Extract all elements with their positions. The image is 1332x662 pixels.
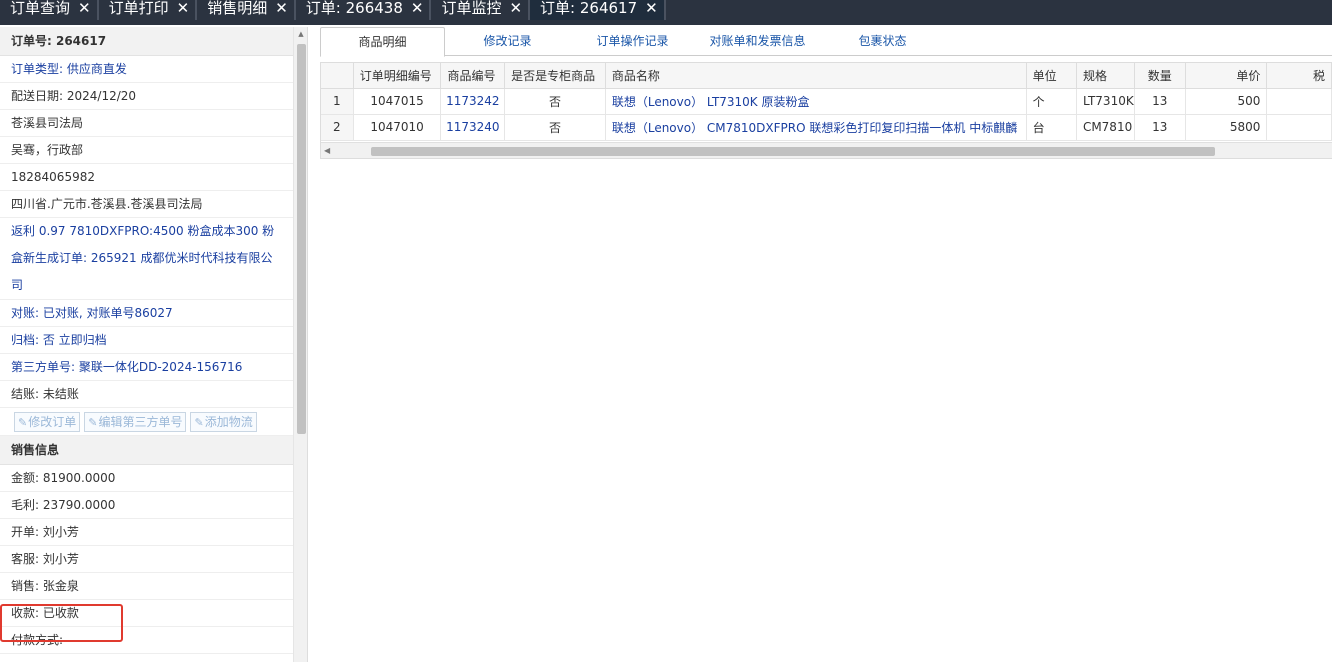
qty-cell: 13 [1134,88,1186,115]
product-name-link[interactable]: 联想（Lenovo） LT7310K 原装粉盒 [605,88,1027,115]
tab-order-264617[interactable]: 订单: 264617 ✕ [530,0,666,20]
tab-label: 销售明细 [207,0,268,17]
button-label: 修改订单 [28,414,77,429]
sales-info-header: 销售信息 [0,436,293,465]
payment-status-highlight [0,604,123,642]
column-header-counter[interactable]: 是否是专柜商品 [504,63,606,89]
product-table-container: 订单明细编号 商品编号 是否是专柜商品 商品名称 单位 规格 数量 单价 税 1… [320,62,1332,159]
order-info-panel: 订单号: 264617 订单类型: 供应商直发 配送日期: 2024/12/20… [0,27,308,662]
detail-id-cell: 1047010 [353,114,442,141]
order-action-buttons: ✎修改订单 ✎编辑第三方单号 ✎添加物流 [0,408,293,436]
qty-cell: 13 [1134,114,1186,141]
tab-label: 订单: 266438 [305,0,403,17]
close-icon[interactable]: ✕ [275,0,288,17]
detail-id-cell: 1047015 [353,88,442,115]
unit-cell: 台 [1026,114,1077,141]
unit-cell: 个 [1026,88,1077,115]
edit-icon: ✎ [88,415,98,429]
tab-package-status[interactable]: 包裹状态 [820,27,945,56]
column-header-unit[interactable]: 单位 [1026,63,1077,89]
edit-third-party-button[interactable]: ✎编辑第三方单号 [84,411,187,432]
button-label: 添加物流 [204,414,253,429]
spec-cell: CM7810 [1076,114,1135,141]
order-detail-area: 商品明细 修改记录 订单操作记录 对账单和发票信息 包裹状态 订单明细编号 商品… [320,27,1332,662]
top-tab-bar: 订单查询 ✕ 订单打印 ✕ 销售明细 ✕ 订单: 266438 ✕ 订单监控 ✕ 订单: … [0,0,1332,25]
order-type: 订单类型: 供应商直发 [0,56,293,83]
table-header-row: 订单明细编号 商品编号 是否是专柜商品 商品名称 单位 规格 数量 单价 税 [321,63,1332,89]
tab-label: 订单查询 [10,0,71,17]
sales-amount: 金额: 81900.0000 [0,465,293,492]
order-opener: 开单: 刘小芳 [0,519,293,546]
tab-operation-log[interactable]: 订单操作记录 [570,27,695,56]
delivery-address: 四川省.广元市.苍溪县.苍溪县司法局 [0,191,293,218]
sku-link[interactable]: 1173242 [440,88,506,115]
tab-label: 订单打印 [108,0,169,17]
left-panel-scrollbar[interactable]: ▲ [293,27,307,662]
column-header-price[interactable]: 单价 [1185,63,1268,89]
column-header-sku[interactable]: 商品编号 [440,63,506,89]
tab-label: 订单监控 [441,0,502,17]
counter-cell: 否 [504,114,606,141]
row-index: 2 [321,114,354,141]
column-header-index [321,63,354,89]
edit-icon: ✎ [18,415,28,429]
delivery-date: 配送日期: 2024/12/20 [0,83,293,110]
tab-sales-detail[interactable]: 销售明细 ✕ [197,0,296,20]
tab-order-266438[interactable]: 订单: 266438 ✕ [296,0,432,20]
tab-label: 订单: 264617 [540,0,638,17]
third-party-number: 第三方单号: 聚联一体化DD-2024-156716 [0,354,293,381]
customer-service: 客服: 刘小芳 [0,546,293,573]
column-header-product-name[interactable]: 商品名称 [605,63,1027,89]
scroll-left-arrow-icon[interactable]: ◀ [324,143,330,158]
detail-sub-tabs: 商品明细 修改记录 订单操作记录 对账单和发票信息 包裹状态 [320,27,1332,57]
gross-profit: 毛利: 23790.0000 [0,492,293,519]
order-remark: 返利 0.97 7810DXFPRO:4500 粉盒成本300 粉盒新生成订单:… [0,218,293,300]
scrollbar-thumb[interactable] [371,147,1215,156]
row-index: 1 [321,88,354,115]
scrollbar-thumb[interactable] [297,44,306,434]
close-icon[interactable]: ✕ [411,0,424,17]
tax-cell [1266,88,1332,115]
edit-order-button[interactable]: ✎修改订单 [14,411,81,432]
edit-icon: ✎ [194,415,204,429]
button-label: 编辑第三方单号 [98,414,183,429]
order-number-header: 订单号: 264617 [0,27,293,56]
tax-cell [1266,114,1332,141]
counter-cell: 否 [504,88,606,115]
price-cell: 5800 [1185,114,1268,141]
phone-number: 18284065982 [0,164,293,191]
tab-change-log[interactable]: 修改记录 [445,27,570,56]
settle-status: 结账: 未结账 [0,381,293,408]
tab-order-monitor[interactable]: 订单监控 ✕ [431,0,531,20]
close-icon[interactable]: ✕ [645,0,658,17]
table-horizontal-scrollbar[interactable]: ◀ [321,142,1332,158]
close-icon[interactable]: ✕ [177,0,190,17]
product-name-link[interactable]: 联想（Lenovo） CM7810DXFPRO 联想彩色打印复印扫描一体机 中标… [605,114,1027,141]
table-row[interactable]: 1 1047015 1173242 否 联想（Lenovo） LT7310K 原… [321,88,1332,115]
tab-order-query[interactable]: 订单查询 ✕ [0,0,99,20]
column-header-spec[interactable]: 规格 [1076,63,1135,89]
column-header-detail-id[interactable]: 订单明细编号 [353,63,442,89]
column-header-tax[interactable]: 税 [1266,63,1332,89]
close-icon[interactable]: ✕ [78,0,91,17]
reconcile-status: 对账: 已对账, 对账单号86027 [0,300,293,327]
table-row[interactable]: 2 1047010 1173240 否 联想（Lenovo） CM7810DXF… [321,114,1332,141]
product-table: 订单明细编号 商品编号 是否是专柜商品 商品名称 单位 规格 数量 单价 税 1… [321,63,1332,141]
contact-person: 吴骞，行政部 [0,137,293,164]
add-logistics-button[interactable]: ✎添加物流 [190,411,257,432]
archive-status[interactable]: 归档: 否 立即归档 [0,327,293,354]
tab-reconcile-invoice[interactable]: 对账单和发票信息 [695,27,820,56]
sku-link[interactable]: 1173240 [440,114,506,141]
price-cell: 500 [1185,88,1268,115]
salesman: 销售: 张金泉 [0,573,293,600]
column-header-qty[interactable]: 数量 [1134,63,1186,89]
customer-name: 苍溪县司法局 [0,110,293,137]
close-icon[interactable]: ✕ [509,0,522,17]
tab-order-print[interactable]: 订单打印 ✕ [99,0,198,20]
tab-product-details[interactable]: 商品明细 [320,27,445,57]
scroll-up-arrow-icon[interactable]: ▲ [294,27,307,41]
spec-cell: LT7310K [1076,88,1135,115]
